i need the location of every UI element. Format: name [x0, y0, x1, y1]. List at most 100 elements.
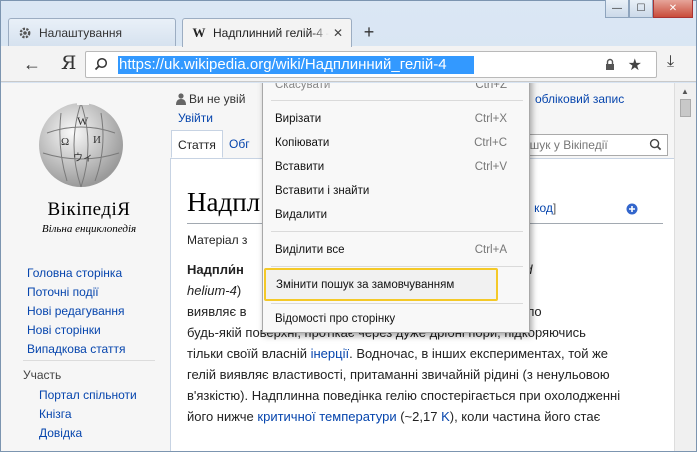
download-icon[interactable]: ⤓: [667, 53, 674, 71]
user-status-text: Ви не увій: [189, 92, 246, 106]
sidebar-item-recent-changes[interactable]: Нові редагування: [27, 302, 125, 321]
tab-talk[interactable]: Обг: [223, 130, 256, 158]
menu-shortcut: Ctrl+X: [474, 113, 507, 125]
window-controls: — ☐ ✕: [605, 0, 693, 18]
menu-label: Скасувати: [275, 83, 331, 91]
sidebar-participation: Портал спільноти Кнізга Довідка: [39, 386, 137, 443]
scrollbar-thumb[interactable]: [680, 99, 691, 117]
search-icon[interactable]: [649, 138, 662, 151]
article-text: в'язкістю). Надплинна поведінка гелію сп…: [187, 388, 621, 403]
sidebar-item-community-portal[interactable]: Портал спільноти: [39, 386, 137, 405]
menu-label: Копіювати: [275, 137, 330, 149]
article-bold-text: Надпли́н: [187, 262, 244, 277]
menu-divider: [271, 100, 523, 101]
menu-shortcut: Ctrl+V: [474, 161, 507, 173]
article-link[interactable]: критичної: [257, 409, 315, 424]
menu-item-paste-and-search[interactable]: Вставити і знайти: [263, 180, 529, 202]
sidebar-divider: [23, 360, 155, 361]
article-text: тільки своїй власній: [187, 346, 311, 361]
svg-text:Ω: Ω: [61, 136, 69, 148]
tab-title: Налаштування: [39, 25, 122, 40]
create-account-link[interactable]: обліковий запис: [535, 92, 624, 106]
menu-label: Вирізати: [275, 113, 322, 125]
menu-shortcut: Ctrl+Z: [475, 83, 507, 91]
menu-item-delete[interactable]: Видалити: [263, 204, 529, 226]
svg-text:W: W: [77, 114, 89, 128]
article-text: гелій виявляє властивості, притаманні зв…: [187, 367, 610, 382]
menu-item-change-default-search[interactable]: Змінити пошук за замовчуванням: [264, 268, 498, 301]
menu-label: Вставити і знайти: [275, 185, 370, 197]
tab-title: Надплинний гелій-4 –: [213, 26, 329, 40]
sidebar-item-cafe[interactable]: Кнізга: [39, 405, 137, 424]
menu-shortcut: Ctrl+C: [474, 137, 507, 149]
close-button[interactable]: ✕: [653, 0, 693, 18]
menu-item-paste[interactable]: Вставити Ctrl+V: [263, 156, 529, 178]
sidebar-heading-participation: Участь: [23, 368, 62, 382]
login-link[interactable]: Увійти: [178, 111, 213, 125]
vertical-scrollbar[interactable]: ▲: [674, 83, 696, 451]
menu-item-undo[interactable]: Скасувати Ctrl+Z: [263, 83, 529, 96]
article-line: його нижче критичної температури (~2,17 …: [187, 406, 663, 427]
search-icon: [94, 57, 108, 71]
bookmark-star-icon[interactable]: ★: [628, 55, 642, 75]
sidebar-item-random-article[interactable]: Випадкова стаття: [27, 340, 125, 359]
gear-icon: [17, 25, 33, 41]
minimize-button[interactable]: —: [605, 0, 629, 18]
article-text: . Водночас, в інших експериментах, той ж…: [349, 346, 609, 361]
language-plus-icon[interactable]: [626, 203, 638, 215]
svg-text:И: И: [93, 134, 101, 146]
close-tab-icon[interactable]: ✕: [333, 26, 343, 40]
menu-label: Виділити все: [275, 244, 345, 256]
menu-item-select-all[interactable]: Виділити все Ctrl+A: [263, 239, 529, 261]
menu-divider: [271, 266, 523, 267]
menu-item-cut[interactable]: Вирізати Ctrl+X: [263, 108, 529, 130]
wikipedia-wordmark[interactable]: ВікіпедіЯ: [31, 199, 147, 221]
back-button[interactable]: ←: [23, 54, 41, 75]
web-page: W Ω И ウィ ВікіпедіЯ Вільна енциклопедія Г…: [1, 83, 674, 451]
tab-settings[interactable]: Налаштування: [8, 18, 176, 46]
menu-item-page-info[interactable]: Відомості про сторінку: [263, 308, 529, 330]
sidebar-item-main-page[interactable]: Головна сторінка: [27, 264, 125, 283]
menu-label: Відомості про сторінку: [275, 313, 396, 325]
browser-logo[interactable]: Я: [61, 52, 76, 74]
article-link[interactable]: температури: [319, 409, 396, 424]
sidebar-item-help[interactable]: Довідка: [39, 424, 137, 443]
menu-label: Вставити: [275, 161, 325, 173]
menu-shortcut: Ctrl+A: [474, 244, 507, 256]
wikipedia-globe-logo[interactable]: W Ω И ウィ: [37, 93, 125, 193]
context-menu: Скасувати Ctrl+Z Вирізати Ctrl+X Копіювати…: [262, 83, 530, 333]
article-text: його нижче: [187, 409, 258, 424]
lock-icon[interactable]: [604, 58, 616, 71]
article-line: тільки своїй власній інерції. Водночас, …: [187, 343, 663, 364]
url-text[interactable]: https://uk.wikipedia.org/wiki/Надплинний…: [118, 56, 474, 74]
menu-item-copy[interactable]: Копіювати Ctrl+C: [263, 132, 529, 154]
article-line: в'язкістю). Надплинна поведінка гелію сп…: [187, 385, 663, 406]
sidebar-item-new-pages[interactable]: Нові сторінки: [27, 321, 125, 340]
article-text: ), коли частина його стає: [449, 409, 601, 424]
sidebar-navigation: Головна сторінка Поточні події Нові реда…: [27, 264, 125, 359]
toolbar: ← Я https://uk.wikipedia.org/wiki/Надпли…: [1, 46, 696, 82]
svg-text:ウィ: ウィ: [73, 152, 93, 164]
user-icon: [176, 93, 186, 105]
sidebar-item-current-events[interactable]: Поточні події: [27, 283, 125, 302]
article-link[interactable]: K: [441, 409, 450, 424]
maximize-button[interactable]: ☐: [629, 0, 653, 18]
wiki-search-placeholder: ошук у Вікіпедії: [523, 138, 608, 152]
article-source-text: Матеріал з: [187, 233, 248, 247]
wiki-search-input[interactable]: ошук у Вікіпедії: [514, 134, 668, 156]
wikipedia-tagline: Вільна енциклопедія: [41, 223, 137, 235]
address-bar[interactable]: https://uk.wikipedia.org/wiki/Надплинний…: [85, 51, 657, 78]
menu-divider: [271, 231, 523, 232]
article-italic-text: helium-4: [187, 283, 237, 298]
menu-label: Видалити: [275, 209, 328, 221]
scroll-up-arrow-icon[interactable]: ▲: [681, 87, 689, 96]
menu-divider: [271, 303, 523, 304]
new-tab-button[interactable]: +: [358, 21, 380, 43]
article-text: (~2,17: [396, 409, 442, 424]
article-title: Надпл: [187, 187, 261, 217]
menu-label: Змінити пошук за замовчуванням: [276, 279, 455, 291]
article-line: гелій виявляє властивості, притаманні зв…: [187, 364, 663, 385]
tab-article[interactable]: Стаття: [171, 130, 223, 158]
tab-wikipedia[interactable]: W Надплинний гелій-4 – ✕: [182, 18, 352, 47]
article-link[interactable]: інерції: [311, 346, 349, 361]
